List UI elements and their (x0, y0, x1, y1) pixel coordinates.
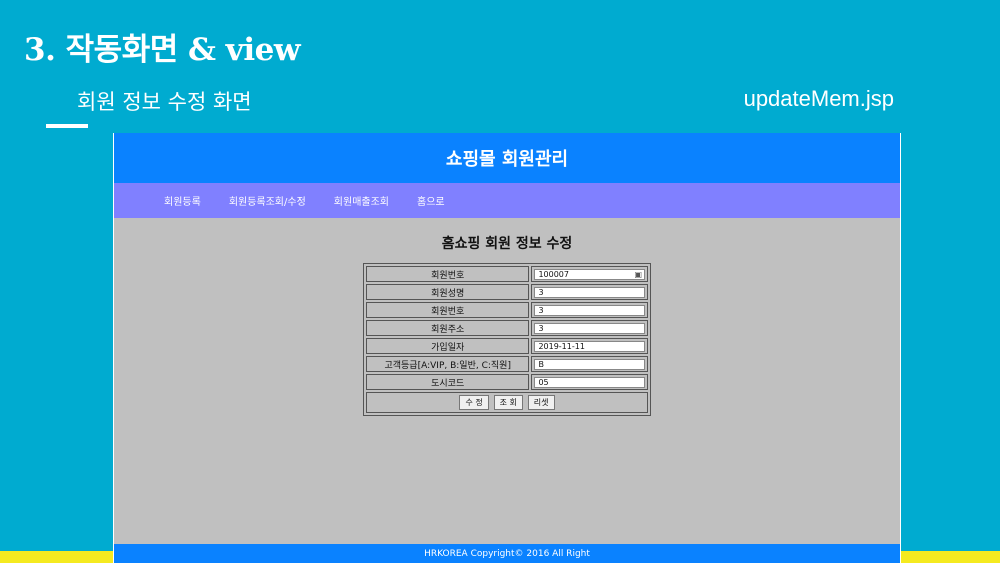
table-row: 회원번호 3 (366, 302, 648, 318)
app-screenshot: 쇼핑몰 회원관리 회원등록 회원등록조회/수정 회원매출조회 홈으로 홈쇼핑 회… (113, 133, 901, 563)
table-row: 회원성명 3 (366, 284, 648, 300)
grade-field[interactable]: B (534, 358, 645, 370)
nav-member-list[interactable]: 회원등록조회/수정 (229, 193, 306, 208)
slide-subtitle: 회원 정보 수정 화면 (77, 90, 252, 114)
member-address-field[interactable]: 3 (534, 322, 645, 334)
button-row: 수 정 조 회 리셋 (366, 392, 648, 413)
field-label: 회원주소 (366, 320, 530, 336)
member-name-field[interactable]: 3 (534, 286, 645, 298)
nav-home[interactable]: 홈으로 (417, 193, 445, 208)
form-title: 홈쇼핑 회원 정보 수정 (441, 236, 573, 252)
app-footer: HRKOREA Copyright© 2016 All Right (114, 544, 900, 563)
member-id-field[interactable]: 100007 ▣ (534, 268, 645, 280)
nav-register[interactable]: 회원등록 (164, 193, 201, 208)
member-phone-field[interactable]: 3 (534, 304, 645, 316)
table-row: 회원번호 100007 ▣ (366, 266, 648, 282)
member-form-table: 회원번호 100007 ▣ 회원성명 3 회원번호 3 회원주소 3 가입일자 … (363, 263, 651, 416)
slide-title: 3. 작동화면 & view (24, 32, 301, 68)
reset-button[interactable]: 리셋 (527, 395, 555, 410)
field-label: 가입일자 (366, 338, 530, 354)
join-date-field[interactable]: 2019-11-11 (534, 340, 645, 352)
app-nav: 회원등록 회원등록조회/수정 회원매출조회 홈으로 (114, 183, 900, 218)
field-label: 회원성명 (366, 284, 530, 300)
nav-sales[interactable]: 회원매출조회 (334, 193, 389, 208)
field-label: 회원번호 (366, 266, 530, 282)
calendar-icon: ▣ (634, 269, 642, 279)
slide-filename: updateMem.jsp (743, 86, 894, 111)
table-row: 수 정 조 회 리셋 (366, 392, 648, 413)
table-row: 회원주소 3 (366, 320, 648, 336)
field-label: 도시코드 (366, 374, 530, 390)
table-row: 가입일자 2019-11-11 (366, 338, 648, 354)
field-label: 회원번호 (366, 302, 530, 318)
footer-text: HRKOREA Copyright© 2016 All Right (424, 548, 590, 559)
table-row: 고객등급[A:VIP, B:일반, C:직원] B (366, 356, 648, 372)
accent-line (46, 124, 88, 128)
app-header: 쇼핑몰 회원관리 (114, 133, 900, 183)
query-button[interactable]: 조 회 (493, 395, 523, 410)
city-code-field[interactable]: 05 (534, 376, 645, 388)
update-button[interactable]: 수 정 (459, 395, 489, 410)
field-label: 고객등급[A:VIP, B:일반, C:직원] (366, 356, 530, 372)
member-id-value: 100007 (538, 269, 569, 279)
table-row: 도시코드 05 (366, 374, 648, 390)
app-title: 쇼핑몰 회원관리 (445, 149, 569, 170)
